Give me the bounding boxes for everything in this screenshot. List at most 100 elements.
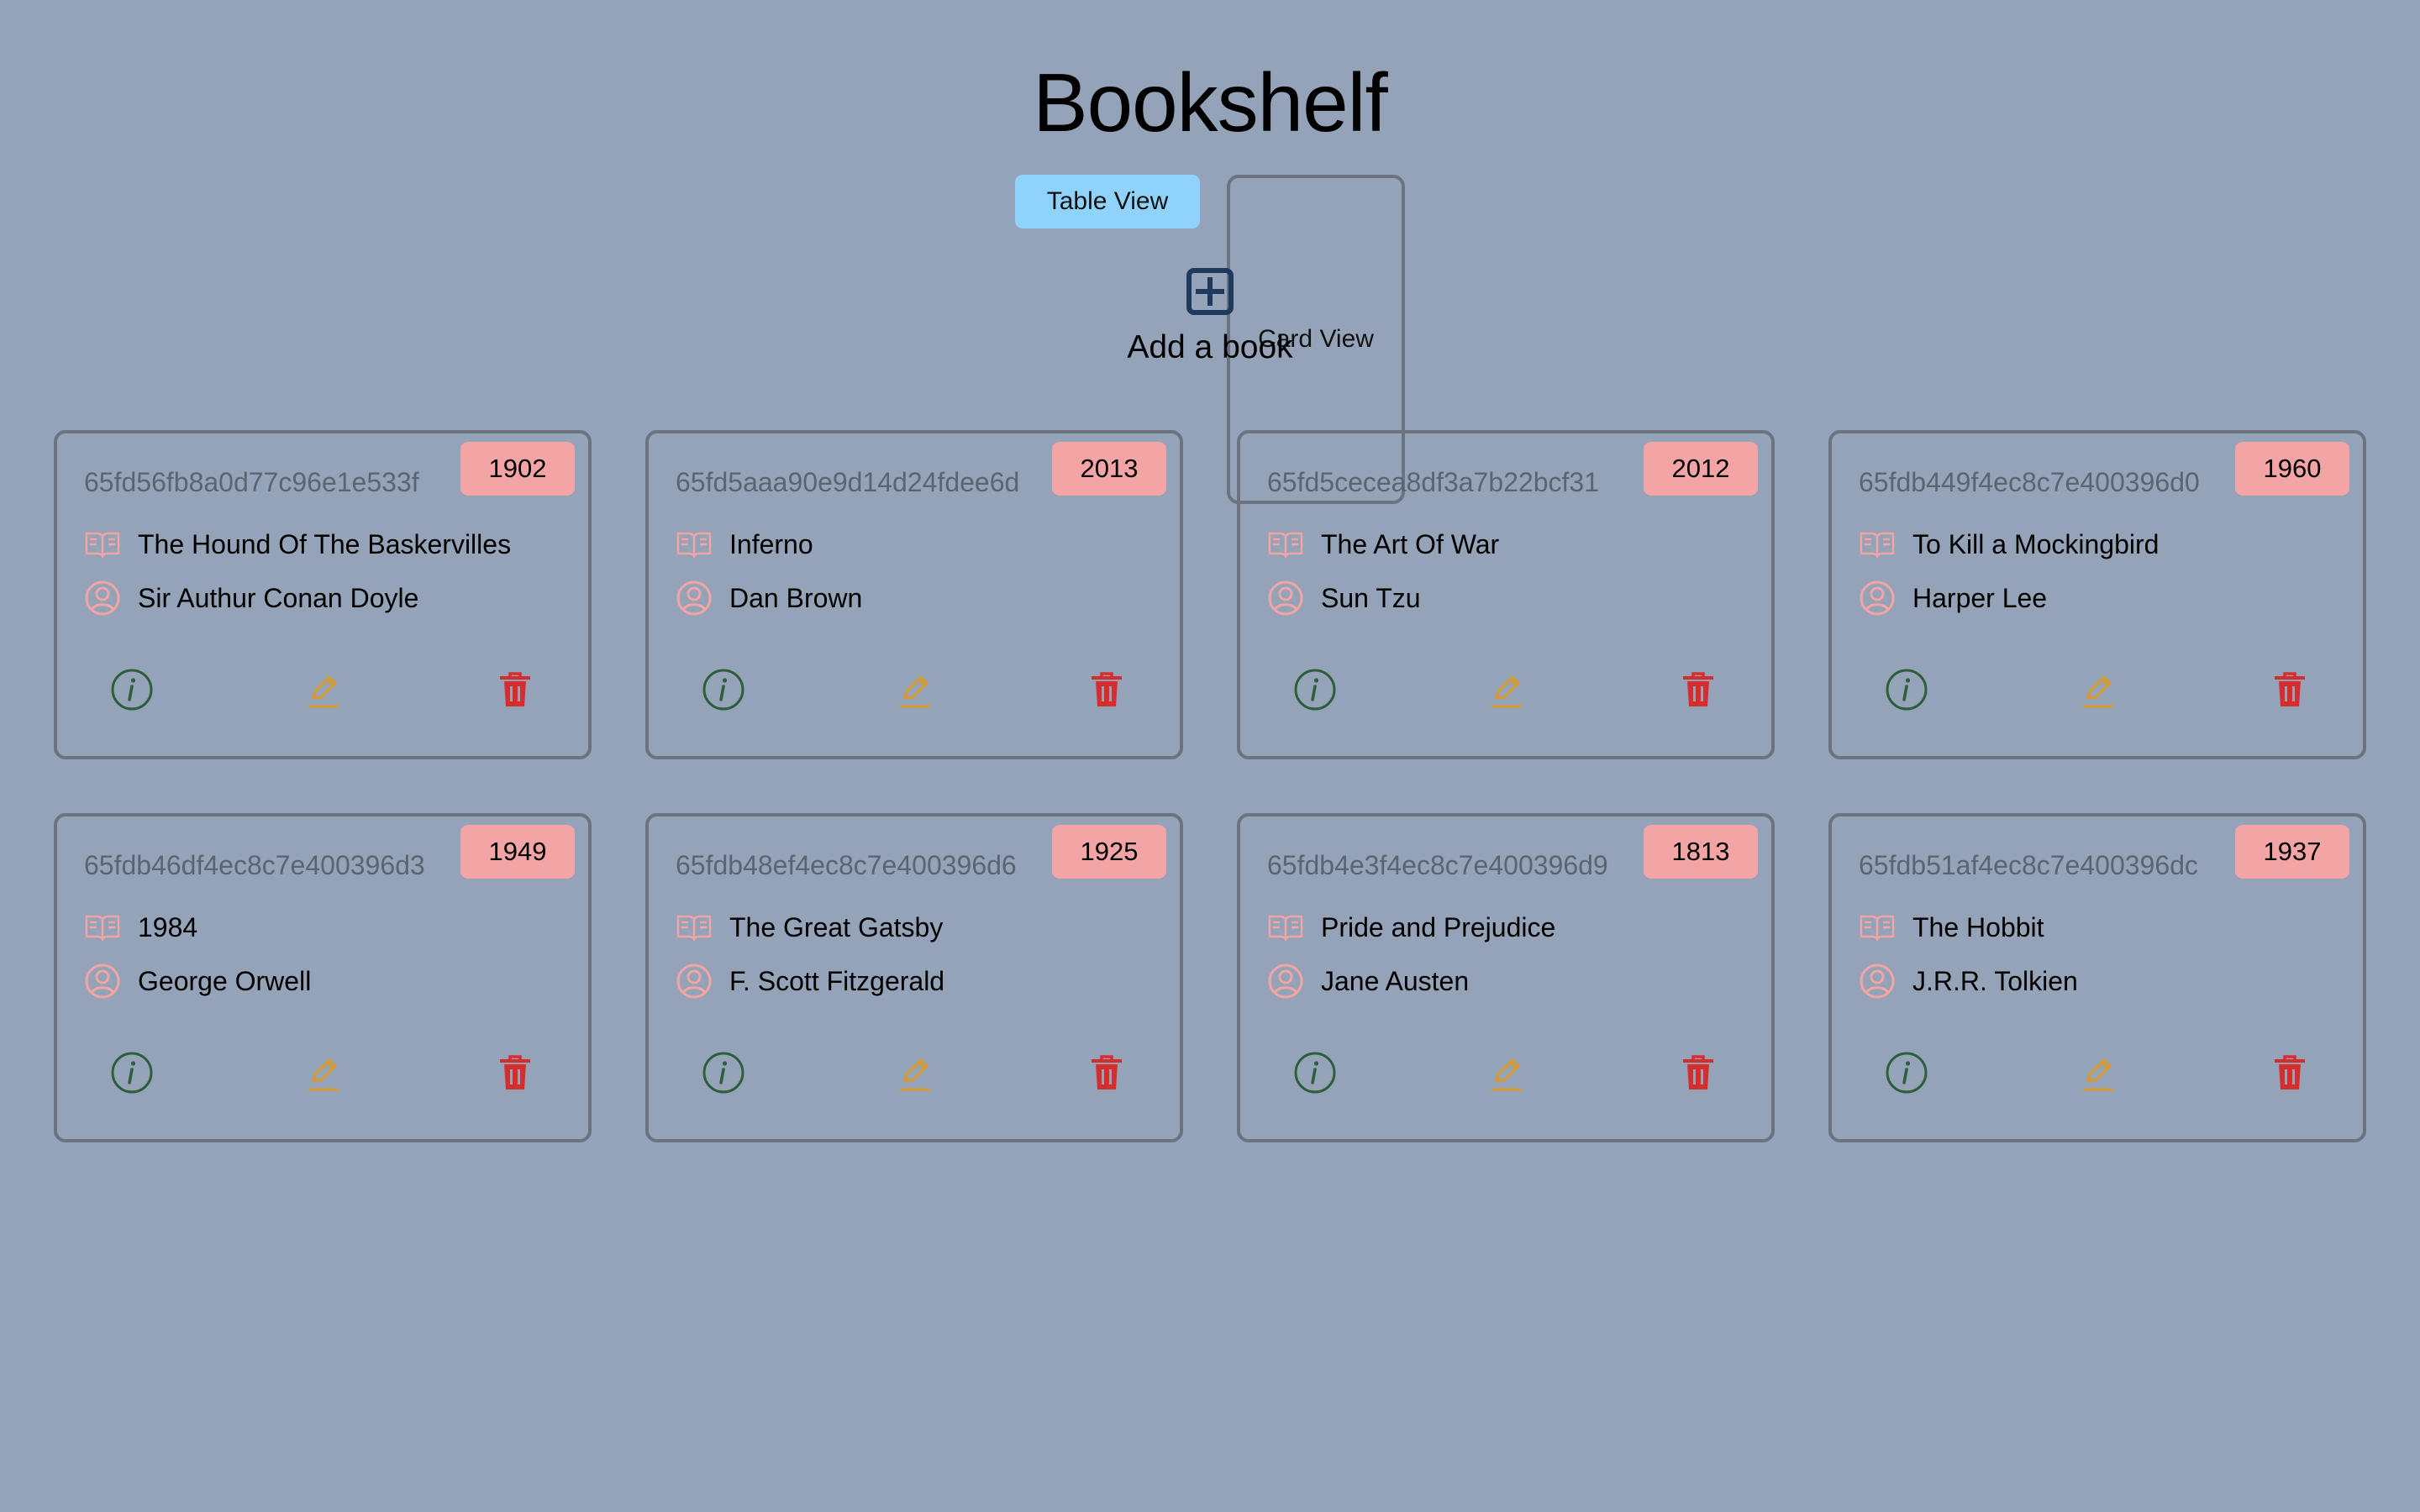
book-card: 1925 65fdb48ef4ec8c7e400396d6 The Great … [645, 813, 1183, 1142]
edit-pencil-icon[interactable] [1484, 667, 1529, 712]
book-author: George Orwell [138, 966, 312, 996]
add-book-link[interactable]: Add a book [0, 267, 2420, 368]
book-author-row: Jane Austen [1267, 963, 1469, 1000]
book-title: The Hound Of The Baskervilles [138, 529, 512, 559]
book-card: 1902 65fd56fb8a0d77c96e1e533f The Hound … [54, 430, 592, 759]
trash-icon[interactable] [2267, 1050, 2312, 1095]
card-actions [649, 667, 1180, 717]
book-author-row: Sir Authur Conan Doyle [84, 580, 418, 617]
trash-icon[interactable] [1084, 1050, 1129, 1095]
trash-icon[interactable] [1084, 667, 1129, 712]
book-title-row: Pride and Prejudice [1267, 909, 1555, 946]
user-circle-icon [1860, 963, 1895, 999]
book-author: Harper Lee [1912, 583, 2048, 613]
card-actions [57, 1050, 588, 1100]
user-circle-icon [85, 963, 120, 999]
book-id: 65fdb4e3f4ec8c7e400396d9 [1267, 850, 1608, 880]
book-card: 2013 65fd5aaa90e9d14d24fdee6d Inferno Da… [645, 430, 1183, 759]
book-author-row: Harper Lee [1859, 580, 2047, 617]
trash-icon[interactable] [492, 667, 538, 712]
year-badge: 1949 [460, 825, 575, 879]
book-title: The Hobbit [1912, 912, 2044, 942]
book-title: Pride and Prejudice [1321, 912, 1556, 942]
plus-square-icon[interactable] [1186, 267, 1234, 316]
book-card: 2012 65fd5cecea8df3a7b22bcf31 The Art Of… [1237, 430, 1775, 759]
book-id: 65fd5cecea8df3a7b22bcf31 [1267, 467, 1600, 497]
book-id: 65fdb449f4ec8c7e400396d0 [1859, 467, 2200, 497]
book-title: The Art Of War [1321, 529, 1500, 559]
info-icon[interactable] [109, 667, 155, 712]
year-badge: 1925 [1052, 825, 1166, 879]
info-icon[interactable] [1292, 1050, 1338, 1095]
card-actions [57, 667, 588, 717]
book-id: 65fd56fb8a0d77c96e1e533f [84, 467, 419, 497]
card-actions [1832, 667, 2363, 717]
book-author-row: F. Scott Fitzgerald [676, 963, 944, 1000]
user-circle-icon [1268, 963, 1303, 999]
book-title-row: 1984 [84, 909, 197, 946]
open-book-icon [1860, 532, 1895, 559]
year-badge: 1902 [460, 442, 575, 496]
open-book-icon [676, 915, 712, 942]
info-icon[interactable] [701, 667, 746, 712]
edit-pencil-icon[interactable] [892, 1050, 938, 1095]
card-actions [649, 1050, 1180, 1100]
book-title-row: To Kill a Mockingbird [1859, 526, 2159, 563]
book-card: 1960 65fdb449f4ec8c7e400396d0 To Kill a … [1828, 430, 2366, 759]
edit-pencil-icon[interactable] [301, 667, 346, 712]
book-title-row: The Hound Of The Baskervilles [84, 526, 511, 563]
book-author: Dan Brown [729, 583, 863, 613]
book-title-row: The Great Gatsby [676, 909, 943, 946]
info-icon[interactable] [109, 1050, 155, 1095]
edit-pencil-icon[interactable] [1484, 1050, 1529, 1095]
user-circle-icon [1268, 580, 1303, 616]
table-view-button[interactable]: Table View [1015, 175, 1200, 228]
open-book-icon [1860, 915, 1895, 942]
trash-icon[interactable] [492, 1050, 538, 1095]
year-badge: 1813 [1644, 825, 1758, 879]
book-author: Sun Tzu [1321, 583, 1421, 613]
book-author: J.R.R. Tolkien [1912, 966, 2078, 996]
trash-icon[interactable] [2267, 667, 2312, 712]
page-title: Bookshelf [1033, 56, 1387, 149]
book-title-row: Inferno [676, 526, 813, 563]
card-actions [1240, 1050, 1771, 1100]
user-circle-icon [676, 580, 712, 616]
edit-pencil-icon[interactable] [892, 667, 938, 712]
open-book-icon [1268, 915, 1303, 942]
trash-icon[interactable] [1676, 1050, 1721, 1095]
book-author: Sir Authur Conan Doyle [138, 583, 419, 613]
book-id: 65fdb48ef4ec8c7e400396d6 [676, 850, 1017, 880]
edit-pencil-icon[interactable] [301, 1050, 346, 1095]
add-book-label[interactable]: Add a book [1127, 328, 1292, 368]
info-icon[interactable] [701, 1050, 746, 1095]
info-icon[interactable] [1292, 667, 1338, 712]
book-title-row: The Hobbit [1859, 909, 2044, 946]
book-title: 1984 [138, 912, 198, 942]
year-badge: 1937 [2235, 825, 2349, 879]
trash-icon[interactable] [1676, 667, 1721, 712]
year-badge: 1960 [2235, 442, 2349, 496]
book-author: F. Scott Fitzgerald [729, 966, 945, 996]
open-book-icon [676, 532, 712, 559]
open-book-icon [1268, 532, 1303, 559]
book-card: 1813 65fdb4e3f4ec8c7e400396d9 Pride and … [1237, 813, 1775, 1142]
card-actions [1832, 1050, 2363, 1100]
book-card: 1949 65fdb46df4ec8c7e400396d3 1984 Georg… [54, 813, 592, 1142]
book-title: Inferno [729, 529, 813, 559]
info-icon[interactable] [1884, 1050, 1929, 1095]
edit-pencil-icon[interactable] [2075, 1050, 2121, 1095]
open-book-icon [85, 915, 120, 942]
book-title: To Kill a Mockingbird [1912, 529, 2160, 559]
year-badge: 2013 [1052, 442, 1166, 496]
book-author-row: Sun Tzu [1267, 580, 1421, 617]
book-author: Jane Austen [1321, 966, 1470, 996]
user-circle-icon [85, 580, 120, 616]
book-card: 1937 65fdb51af4ec8c7e400396dc The Hobbit… [1828, 813, 2366, 1142]
book-author-row: George Orwell [84, 963, 311, 1000]
info-icon[interactable] [1884, 667, 1929, 712]
book-id: 65fdb46df4ec8c7e400396d3 [84, 850, 425, 880]
year-badge: 2012 [1644, 442, 1758, 496]
book-author-row: Dan Brown [676, 580, 862, 617]
edit-pencil-icon[interactable] [2075, 667, 2121, 712]
